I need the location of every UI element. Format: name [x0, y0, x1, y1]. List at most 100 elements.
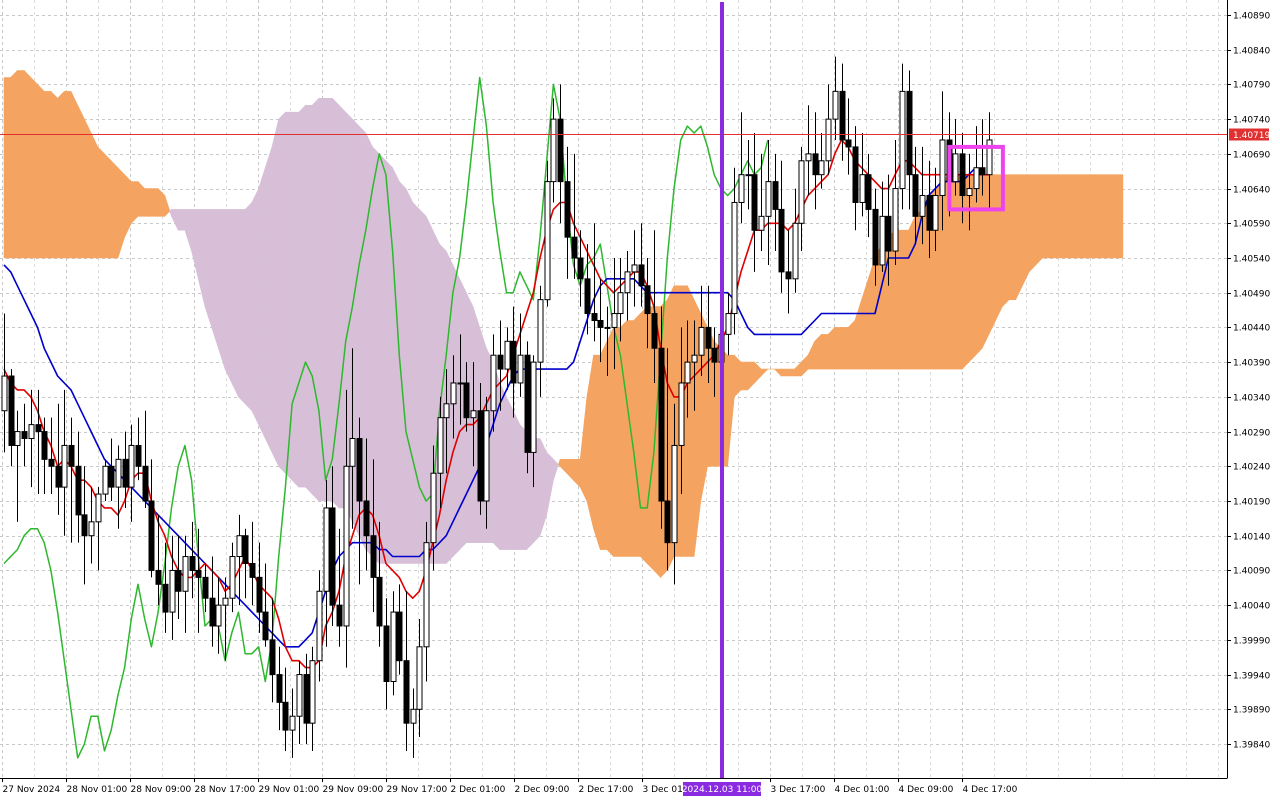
candle-bearish: [383, 625, 390, 683]
candle-bullish: [236, 535, 243, 558]
candle-bullish: [1, 375, 8, 412]
ichimoku-chart[interactable]: 1.40890 1.40840 1.40790 1.40740 1.40690 1.406…: [0, 0, 1280, 800]
kumo-bearish-segment: [291, 111, 300, 488]
candle-bearish: [658, 347, 665, 502]
vertical-marker-tag: 2024.12.03 11:00: [682, 785, 763, 795]
candle-bullish: [698, 326, 705, 356]
candle-bearish: [142, 465, 149, 502]
candle-bullish: [966, 188, 973, 197]
y-tick-label: 1.40390: [1233, 359, 1270, 369]
kumo-bearish-segment: [325, 98, 333, 502]
candle-bearish: [242, 535, 249, 564]
kumo-bearish-segment: [405, 188, 414, 564]
candle-bearish: [356, 438, 363, 502]
candle-bullish: [825, 118, 832, 162]
kumo-bullish-segment: [1028, 174, 1037, 273]
candle-bullish: [88, 521, 95, 537]
candle-bearish: [885, 215, 892, 252]
candle-bearish: [711, 347, 718, 363]
y-tick-label: 1.40240: [1233, 463, 1270, 473]
candle-bearish: [249, 562, 256, 578]
candle-bearish: [772, 181, 779, 210]
kumo-bullish-segment: [1042, 174, 1050, 259]
kumo-bullish-segment: [57, 90, 65, 259]
kumo-bullish-segment: [30, 76, 38, 259]
candle-bullish: [517, 354, 524, 384]
kumo-bearish-segment: [258, 167, 266, 439]
x-tick-label: 2 Dec 09:00: [515, 785, 570, 795]
kumo-bullish-segment: [1048, 174, 1057, 259]
candle-bullish: [792, 222, 799, 280]
candle-bearish: [705, 326, 712, 349]
candle-bearish: [524, 354, 531, 453]
kumo-bearish-segment: [177, 209, 186, 231]
candle-bullish: [671, 444, 678, 544]
candle-bearish: [865, 174, 872, 210]
candle-bullish: [939, 139, 946, 197]
candle-bearish: [55, 465, 62, 488]
y-tick-label: 1.40440: [1233, 324, 1270, 334]
kumo-bullish-segment: [961, 174, 970, 370]
candle-bullish: [457, 382, 464, 385]
y-tick-label: 1.39890: [1233, 706, 1270, 716]
candle-bullish: [343, 465, 350, 627]
candle-bearish: [363, 500, 370, 537]
candle-bullish: [169, 569, 176, 613]
candle-bearish: [329, 507, 336, 606]
x-tick-label: 3 Dec 17:00: [771, 785, 826, 795]
candle-bearish: [175, 569, 182, 592]
candle-bearish: [376, 576, 383, 627]
kumo-bearish-segment: [506, 396, 514, 550]
candle-bullish: [102, 465, 109, 495]
kumo-bullish-segment: [687, 285, 695, 557]
candle-bullish: [316, 590, 323, 662]
kumo-bullish-segment: [827, 326, 836, 370]
candle-bullish: [919, 195, 926, 217]
candle-bullish: [115, 458, 122, 488]
kumo-bearish-segment: [218, 209, 226, 370]
candle-bearish: [162, 583, 169, 613]
kumo-bearish-segment: [378, 153, 387, 564]
y-tick-label: 1.40190: [1233, 498, 1270, 508]
candle-bullish: [798, 160, 805, 224]
price-axis[interactable]: 1.40890 1.40840 1.40790 1.40740 1.40690 1.406…: [1227, 12, 1270, 751]
x-tick-label: 27 Nov 2024: [3, 785, 61, 795]
kumo-bullish-segment: [901, 229, 909, 370]
candle-bearish: [202, 576, 209, 599]
candle-bearish: [209, 597, 216, 627]
candle-bullish: [470, 410, 477, 419]
y-tick-label: 1.40840: [1233, 47, 1270, 57]
candle-bearish: [108, 465, 115, 488]
kumo-bullish-segment: [1115, 174, 1124, 259]
kumo-bearish-segment: [532, 438, 541, 544]
kumo-bullish-segment: [70, 91, 78, 259]
candle-bearish: [155, 569, 162, 585]
candle-bearish: [148, 500, 155, 571]
candle-bearish: [845, 139, 852, 148]
candle-bearish: [497, 354, 504, 370]
candle-bearish: [41, 431, 48, 460]
y-tick-label: 1.40640: [1233, 186, 1270, 196]
kumo-bearish-segment: [211, 209, 219, 349]
kumo-bullish-segment: [104, 153, 112, 259]
candle-bullish: [537, 299, 544, 363]
candle-bullish: [490, 354, 497, 412]
y-tick-label: 1.40090: [1233, 567, 1270, 577]
candle-bearish: [979, 167, 986, 176]
candle-bearish: [396, 611, 403, 662]
candle-bullish: [550, 118, 557, 183]
candle-bearish: [577, 257, 584, 280]
kumo-bullish-segment: [981, 174, 990, 349]
candle-bearish: [906, 90, 913, 176]
candle-bearish: [926, 195, 933, 231]
kumo-bullish-segment: [17, 70, 25, 259]
x-tick-label: 28 Nov 09:00: [131, 785, 192, 795]
kumo-bullish-segment: [780, 368, 789, 377]
time-axis[interactable]: 27 Nov 2024 28 Nov 01:00 28 Nov 09:00 28 No…: [2, 778, 1018, 795]
candle-bearish: [463, 382, 470, 419]
candle-bullish: [745, 174, 752, 177]
y-tick-label: 1.40740: [1233, 116, 1270, 126]
candle-bullish: [410, 708, 417, 724]
kumo-bullish-segment: [1022, 174, 1030, 286]
kumo-bullish-segment: [599, 341, 608, 550]
